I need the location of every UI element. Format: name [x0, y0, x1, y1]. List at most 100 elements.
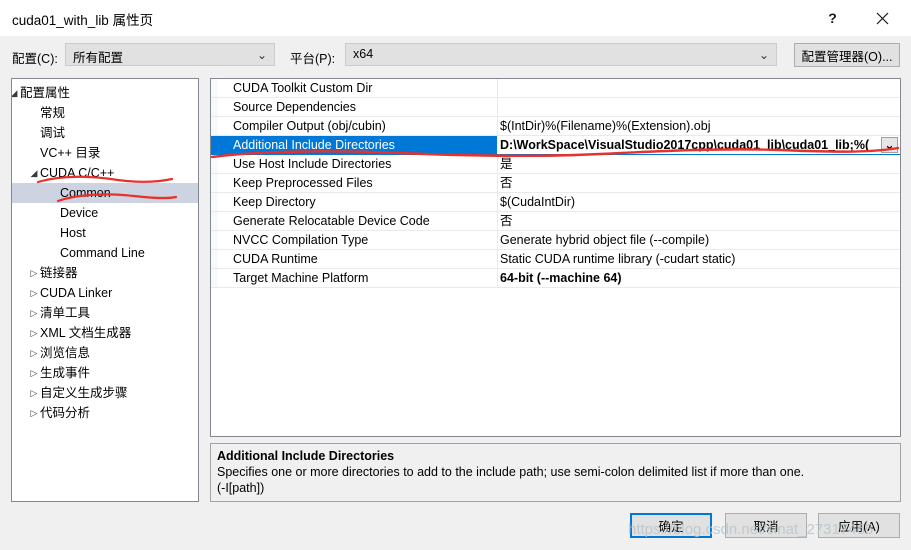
- property-name: CUDA Toolkit Custom Dir: [233, 81, 373, 95]
- chevron-right-icon[interactable]: ▷: [28, 383, 40, 403]
- column-splitter[interactable]: [497, 231, 498, 249]
- tree-item-3[interactable]: VC++ 目录: [12, 143, 198, 163]
- tree-item-label: 生成事件: [40, 366, 91, 380]
- configuration-manager-button[interactable]: 配置管理器(O)...: [794, 43, 900, 67]
- property-tree-panel[interactable]: ◢ 配置属性常规调试 VC++ 目录 ◢ CUDA C/C++ Common Device H…: [11, 78, 199, 502]
- property-value[interactable]: 否: [500, 174, 513, 192]
- cancel-button[interactable]: 取消: [725, 513, 807, 538]
- tree-item-2[interactable]: 调试: [12, 123, 198, 143]
- property-value[interactable]: 是: [500, 155, 513, 173]
- tree-item-6[interactable]: Device: [12, 203, 198, 223]
- column-splitter[interactable]: [497, 155, 498, 173]
- row-gutter: [211, 212, 218, 230]
- configuration-value: 所有配置: [73, 51, 124, 65]
- property-row-4[interactable]: Use Host Include Directories 是: [211, 155, 900, 174]
- property-name: Keep Directory: [233, 195, 316, 209]
- configuration-select[interactable]: 所有配置 ⌄: [65, 43, 275, 66]
- help-icon: ?: [828, 10, 837, 26]
- tree-item-9[interactable]: ▷ 链接器: [12, 263, 198, 283]
- tree-item-0[interactable]: ◢ 配置属性: [12, 83, 198, 103]
- property-row-8[interactable]: NVCC Compilation Type Generate hybrid obj…: [211, 231, 900, 250]
- tree-item-label: CUDA Linker: [40, 286, 113, 300]
- tree-item-15[interactable]: ▷ 自定义生成步骤: [12, 383, 198, 403]
- row-gutter: [211, 117, 218, 135]
- property-value[interactable]: D:\WorkSpace\VisualStudio2017cpp\cuda01_…: [498, 136, 900, 154]
- property-tree: ◢ 配置属性常规调试 VC++ 目录 ◢ CUDA C/C++ Common Device H…: [12, 79, 198, 423]
- page-title: cuda01_with_lib 属性页: [12, 13, 154, 28]
- property-name: NVCC Compilation Type: [233, 233, 369, 247]
- chevron-right-icon[interactable]: ▷: [28, 363, 40, 383]
- property-value[interactable]: $(IntDir)%(Filename)%(Extension).obj: [500, 117, 710, 135]
- property-row-6[interactable]: Keep Directory $(CudaIntDir): [211, 193, 900, 212]
- tree-item-11[interactable]: ▷ 清单工具: [12, 303, 198, 323]
- tree-item-4[interactable]: ◢ CUDA C/C++: [12, 163, 198, 183]
- property-value[interactable]: Static CUDA runtime library (-cudart sta…: [500, 250, 735, 268]
- property-row-3[interactable]: Additional Include Directories D:\WorkSpa…: [211, 136, 900, 155]
- property-row-9[interactable]: CUDA Runtime Static CUDA runtime library …: [211, 250, 900, 269]
- property-row-0[interactable]: CUDA Toolkit Custom Dir: [211, 79, 900, 98]
- tree-item-16[interactable]: ▷ 代码分析: [12, 403, 198, 423]
- property-grid: CUDA Toolkit Custom Dir Source Dependenci…: [211, 79, 900, 288]
- chevron-right-icon[interactable]: ▷: [28, 263, 40, 283]
- description-line-1: Specifies one or more directories to add…: [217, 465, 805, 479]
- property-grid-panel[interactable]: CUDA Toolkit Custom Dir Source Dependenci…: [210, 78, 901, 437]
- property-value[interactable]: 否: [500, 212, 513, 230]
- tree-item-8[interactable]: Command Line: [12, 243, 198, 263]
- property-name: Target Machine Platform: [233, 271, 369, 285]
- property-row-5[interactable]: Keep Preprocessed Files 否: [211, 174, 900, 193]
- row-gutter: [211, 250, 218, 268]
- column-splitter[interactable]: [497, 250, 498, 268]
- platform-label: 平台(P):: [290, 52, 336, 66]
- tree-item-10[interactable]: ▷ CUDA Linker: [12, 283, 198, 303]
- chevron-right-icon[interactable]: ▷: [28, 303, 40, 323]
- column-splitter[interactable]: [497, 117, 498, 135]
- platform-select[interactable]: x64 ⌄: [345, 43, 777, 66]
- chevron-right-icon[interactable]: ▷: [28, 403, 40, 423]
- property-row-2[interactable]: Compiler Output (obj/cubin) $(IntDir)%(Fi…: [211, 117, 900, 136]
- property-name: Compiler Output (obj/cubin): [233, 119, 386, 133]
- column-splitter[interactable]: [497, 269, 498, 287]
- tree-item-label: 常规: [40, 106, 66, 120]
- property-value[interactable]: $(CudaIntDir): [500, 193, 575, 211]
- column-splitter[interactable]: [497, 193, 498, 211]
- property-name: Source Dependencies: [233, 100, 356, 114]
- property-row-1[interactable]: Source Dependencies: [211, 98, 900, 117]
- property-name: Use Host Include Directories: [233, 157, 392, 171]
- tree-item-label: 调试: [40, 126, 66, 140]
- tree-item-label: 链接器: [40, 266, 78, 280]
- property-row-7[interactable]: Generate Relocatable Device Code 否: [211, 212, 900, 231]
- help-button[interactable]: ?: [810, 0, 855, 36]
- tree-item-12[interactable]: ▷ XML 文档生成器: [12, 323, 198, 343]
- column-splitter[interactable]: [497, 212, 498, 230]
- property-value[interactable]: 64-bit (--machine 64): [500, 269, 622, 287]
- property-row-10[interactable]: Target Machine Platform 64-bit (--machine…: [211, 269, 900, 288]
- row-gutter: [211, 136, 218, 154]
- tree-item-1[interactable]: 常规: [12, 103, 198, 123]
- row-gutter: [211, 98, 218, 116]
- tree-item-label: 浏览信息: [40, 346, 91, 360]
- value-dropdown-button[interactable]: ⌄: [881, 137, 898, 153]
- property-name: Generate Relocatable Device Code: [233, 214, 430, 228]
- property-name: Additional Include Directories: [233, 138, 395, 152]
- tree-item-14[interactable]: ▷ 生成事件: [12, 363, 198, 383]
- title-bar: cuda01_with_lib 属性页 ?: [0, 0, 911, 36]
- close-button[interactable]: [860, 0, 905, 36]
- tree-item-7[interactable]: Host: [12, 223, 198, 243]
- row-gutter: [211, 79, 218, 97]
- property-value[interactable]: Generate hybrid object file (--compile): [500, 231, 709, 249]
- column-splitter[interactable]: [497, 79, 498, 97]
- tree-item-13[interactable]: ▷ 浏览信息: [12, 343, 198, 363]
- chevron-right-icon[interactable]: ▷: [28, 343, 40, 363]
- chevron-right-icon[interactable]: ▷: [28, 323, 40, 343]
- property-name: Keep Preprocessed Files: [233, 176, 373, 190]
- property-name: CUDA Runtime: [233, 252, 318, 266]
- column-splitter[interactable]: [497, 174, 498, 192]
- ok-button[interactable]: 确定: [630, 513, 712, 538]
- chevron-right-icon[interactable]: ▷: [28, 283, 40, 303]
- chevron-down-icon[interactable]: ◢: [12, 83, 20, 103]
- tree-item-5[interactable]: Common: [12, 183, 198, 203]
- apply-button[interactable]: 应用(A): [818, 513, 900, 538]
- tree-item-label: Host: [60, 226, 86, 240]
- column-splitter[interactable]: [497, 98, 498, 116]
- chevron-down-icon[interactable]: ◢: [28, 163, 40, 183]
